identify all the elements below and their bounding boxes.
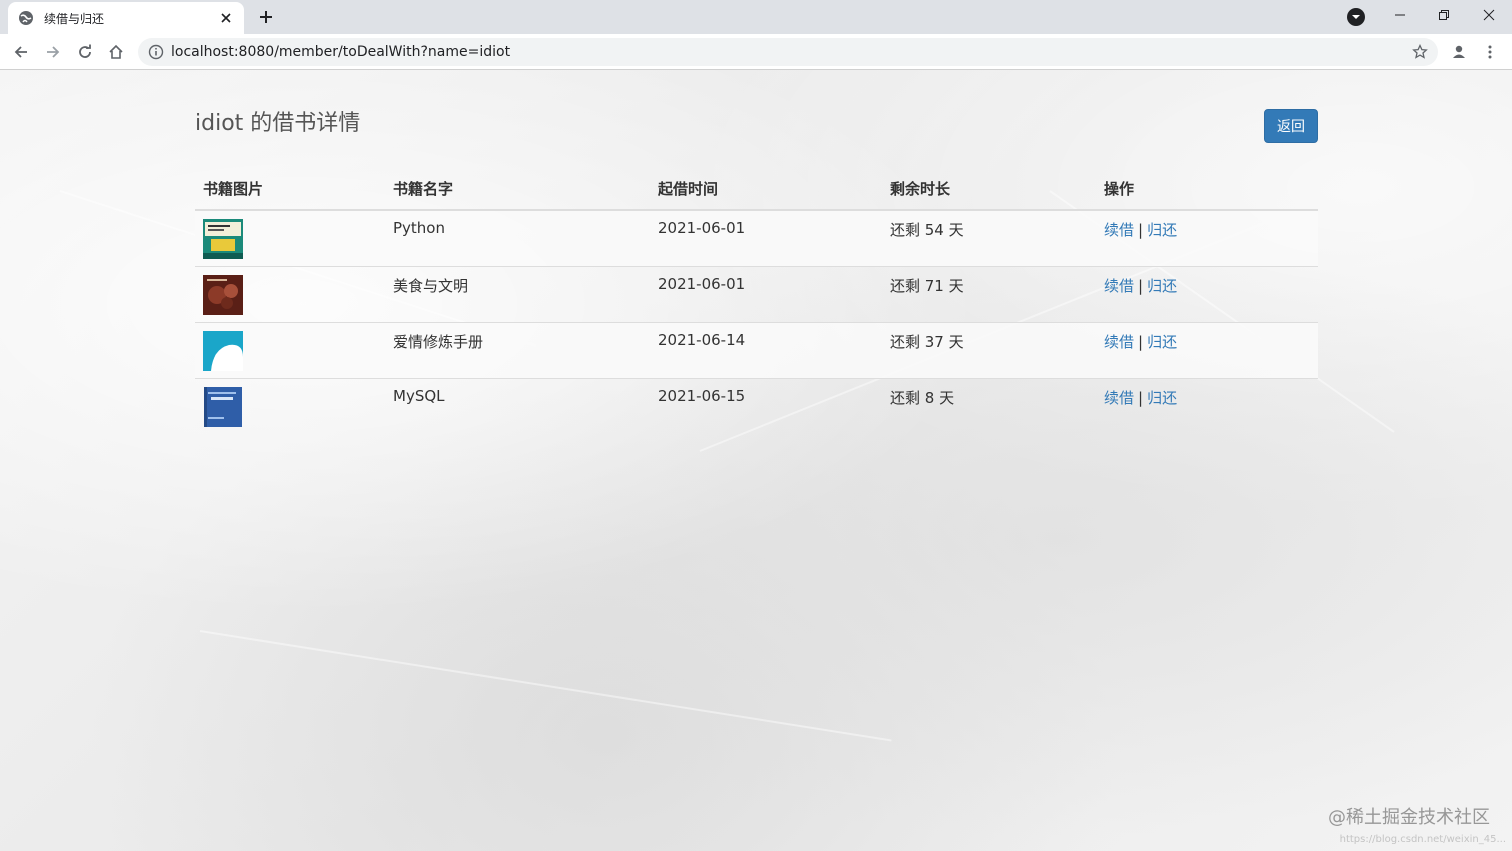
book-image-cell [195,209,385,266]
love-book-cover [203,330,243,371]
book-name: 美食与文明 [385,265,650,322]
browser-titlebar: 续借与归还 [0,0,1512,34]
tab-title: 续借与归还 [44,11,105,26]
return-link[interactable]: 归还 [1147,333,1177,351]
window-close-button[interactable] [1466,0,1512,30]
remaining-days: 还剩 54 天 [882,209,1096,266]
browser-tab[interactable]: 续借与归还 [8,2,244,34]
remaining-days: 还剩 37 天 [882,321,1096,378]
table-row: MySQL 2021-06-15 还剩 8 天 续借 | 归还 [195,377,1318,434]
renew-link[interactable]: 续借 [1104,277,1134,295]
menu-button[interactable] [1480,42,1500,62]
back-button[interactable]: 返回 [1264,109,1318,143]
borrow-date: 2021-06-01 [650,209,882,266]
back-nav-button[interactable] [9,40,33,64]
renew-link[interactable]: 续借 [1104,221,1134,239]
kebab-menu-icon [1488,45,1492,59]
borrow-date: 2021-06-01 [650,265,882,322]
mysql-book-cover [204,386,242,427]
header-book-image: 书籍图片 [195,168,385,211]
table-row: 美食与文明 2021-06-01 还剩 71 天 续借 | 归还 [195,265,1318,322]
actions-cell: 续借 | 归还 [1096,321,1318,378]
address-bar[interactable]: localhost:8080/member/toDealWith?name=id… [138,38,1438,66]
table-header-row: 书籍图片 书籍名字 起借时间 剩余时长 操作 [195,168,1318,211]
header-remaining: 剩余时长 [882,168,1096,211]
table-row: Python 2021-06-01 还剩 54 天 续借 | 归还 [195,209,1318,266]
book-name: Python [385,209,650,266]
food-book-cover [203,274,243,315]
renew-link[interactable]: 续借 [1104,389,1134,407]
header-borrow-date: 起借时间 [650,168,882,211]
action-separator: | [1138,388,1144,407]
book-image-cell [195,265,385,322]
profile-button[interactable] [1449,42,1469,62]
return-link[interactable]: 归还 [1147,277,1177,295]
chevron-down-circle-icon [1347,8,1365,26]
plus-icon [260,11,272,23]
restore-icon [1439,10,1449,20]
minimize-icon [1395,14,1405,16]
header-book-name: 书籍名字 [385,168,650,211]
home-icon [109,44,123,59]
minimize-button[interactable] [1377,0,1423,30]
book-image-cell [195,321,385,378]
renew-link[interactable]: 续借 [1104,333,1134,351]
close-icon[interactable] [218,10,234,26]
action-separator: | [1138,221,1144,239]
book-name: 爱情修炼手册 [385,321,650,378]
arrow-right-icon [47,46,60,58]
watermark-url: https://blog.csdn.net/weixin_45... [1339,834,1506,845]
window-close-icon [1483,9,1495,21]
page-content: idiot 的借书详情 返回 书籍图片 书籍名字 起借时间 剩余时长 操作 Py… [0,70,1512,851]
tab-search-button[interactable] [1344,5,1368,29]
return-link[interactable]: 归还 [1147,221,1177,239]
arrow-left-icon [14,46,27,58]
new-tab-button[interactable] [252,5,280,29]
reload-button[interactable] [73,40,97,64]
reload-icon [79,44,91,58]
book-name: MySQL [385,377,650,434]
browser-toolbar: localhost:8080/member/toDealWith?name=id… [0,34,1512,70]
remaining-days: 还剩 8 天 [882,377,1096,434]
actions-cell: 续借 | 归还 [1096,265,1318,322]
background-crease [199,630,892,742]
remaining-days: 还剩 71 天 [882,265,1096,322]
watermark: @稀土掘金技术社区 [1328,807,1490,828]
action-separator: | [1138,276,1144,295]
table-row: 爱情修炼手册 2021-06-14 还剩 37 天 续借 | 归还 [195,321,1318,378]
url-text: localhost:8080/member/toDealWith?name=id… [171,44,511,60]
action-separator: | [1138,332,1144,351]
home-button[interactable] [104,40,128,64]
borrow-date: 2021-06-15 [650,377,882,434]
actions-cell: 续借 | 归还 [1096,209,1318,266]
python-book-cover [203,219,243,259]
borrow-records-table: 书籍图片 书籍名字 起借时间 剩余时长 操作 Python 2021-06-01… [195,168,1318,434]
borrow-date: 2021-06-14 [650,321,882,378]
return-link[interactable]: 归还 [1147,389,1177,407]
restore-button[interactable] [1421,0,1467,30]
star-icon[interactable] [1412,44,1428,60]
info-icon[interactable] [148,44,164,60]
page-title: idiot 的借书详情 [195,111,361,136]
header-actions: 操作 [1096,168,1318,211]
globe-icon [19,11,33,25]
book-image-cell [195,377,385,434]
actions-cell: 续借 | 归还 [1096,377,1318,434]
person-icon [1453,45,1465,58]
forward-nav-button[interactable] [41,40,65,64]
